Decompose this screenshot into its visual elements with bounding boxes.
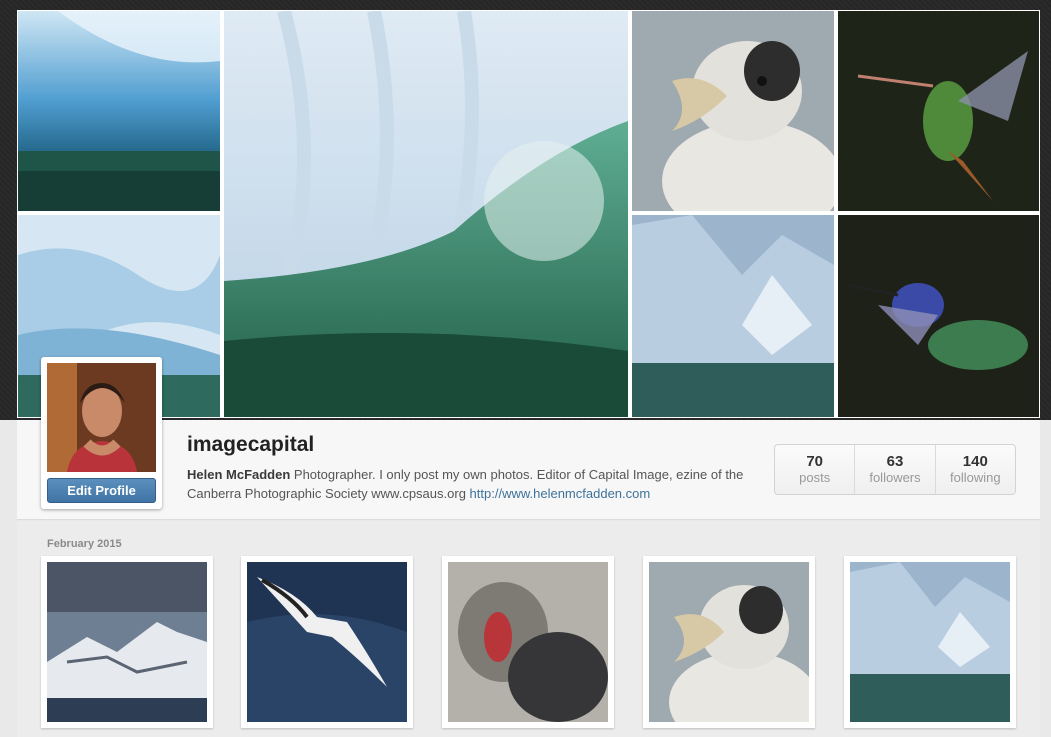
edit-profile-button[interactable]: Edit Profile [47,478,156,503]
collage-photo-albatross-chick[interactable] [632,11,834,211]
collage-photo-iceberg-peaks[interactable] [632,215,834,417]
collage-photo-hummingbird-blue[interactable] [838,215,1039,417]
feed-photo-elephant-seals[interactable] [442,556,614,728]
profile-bio: Helen McFadden Photographer. I only post… [187,465,747,503]
stat-following-label: following [950,470,1001,485]
profile-stats: 70 posts 63 followers 140 following [774,444,1016,495]
stat-following[interactable]: 140 following [936,445,1015,494]
feed-photo-iceberg[interactable] [844,556,1016,728]
feed-photo-albatross-flight[interactable] [241,556,413,728]
collage-photo-hummingbird-green[interactable] [838,11,1039,211]
feed-photo-mountains[interactable] [41,556,213,728]
collage-photo-wave[interactable] [224,11,628,417]
cover-collage [17,10,1040,418]
avatar[interactable] [47,363,156,472]
stat-posts[interactable]: 70 posts [775,445,856,494]
feed-month-label: February 2015 [47,538,122,550]
feed-photo-albatross-chick[interactable] [643,556,815,728]
stat-following-count: 140 [962,453,988,470]
profile-website-link[interactable]: http://www.helenmcfadden.com [470,486,651,501]
stat-followers[interactable]: 63 followers [855,445,936,494]
stat-followers-count: 63 [886,453,904,470]
stat-posts-count: 70 [806,453,823,470]
avatar-card: Edit Profile [41,357,162,509]
collage-photo-iceberg[interactable] [18,11,220,211]
stat-posts-label: posts [799,470,831,485]
stat-followers-label: followers [869,470,921,485]
profile-display-name: Helen McFadden [187,467,291,482]
profile-username: imagecapital [187,433,315,456]
